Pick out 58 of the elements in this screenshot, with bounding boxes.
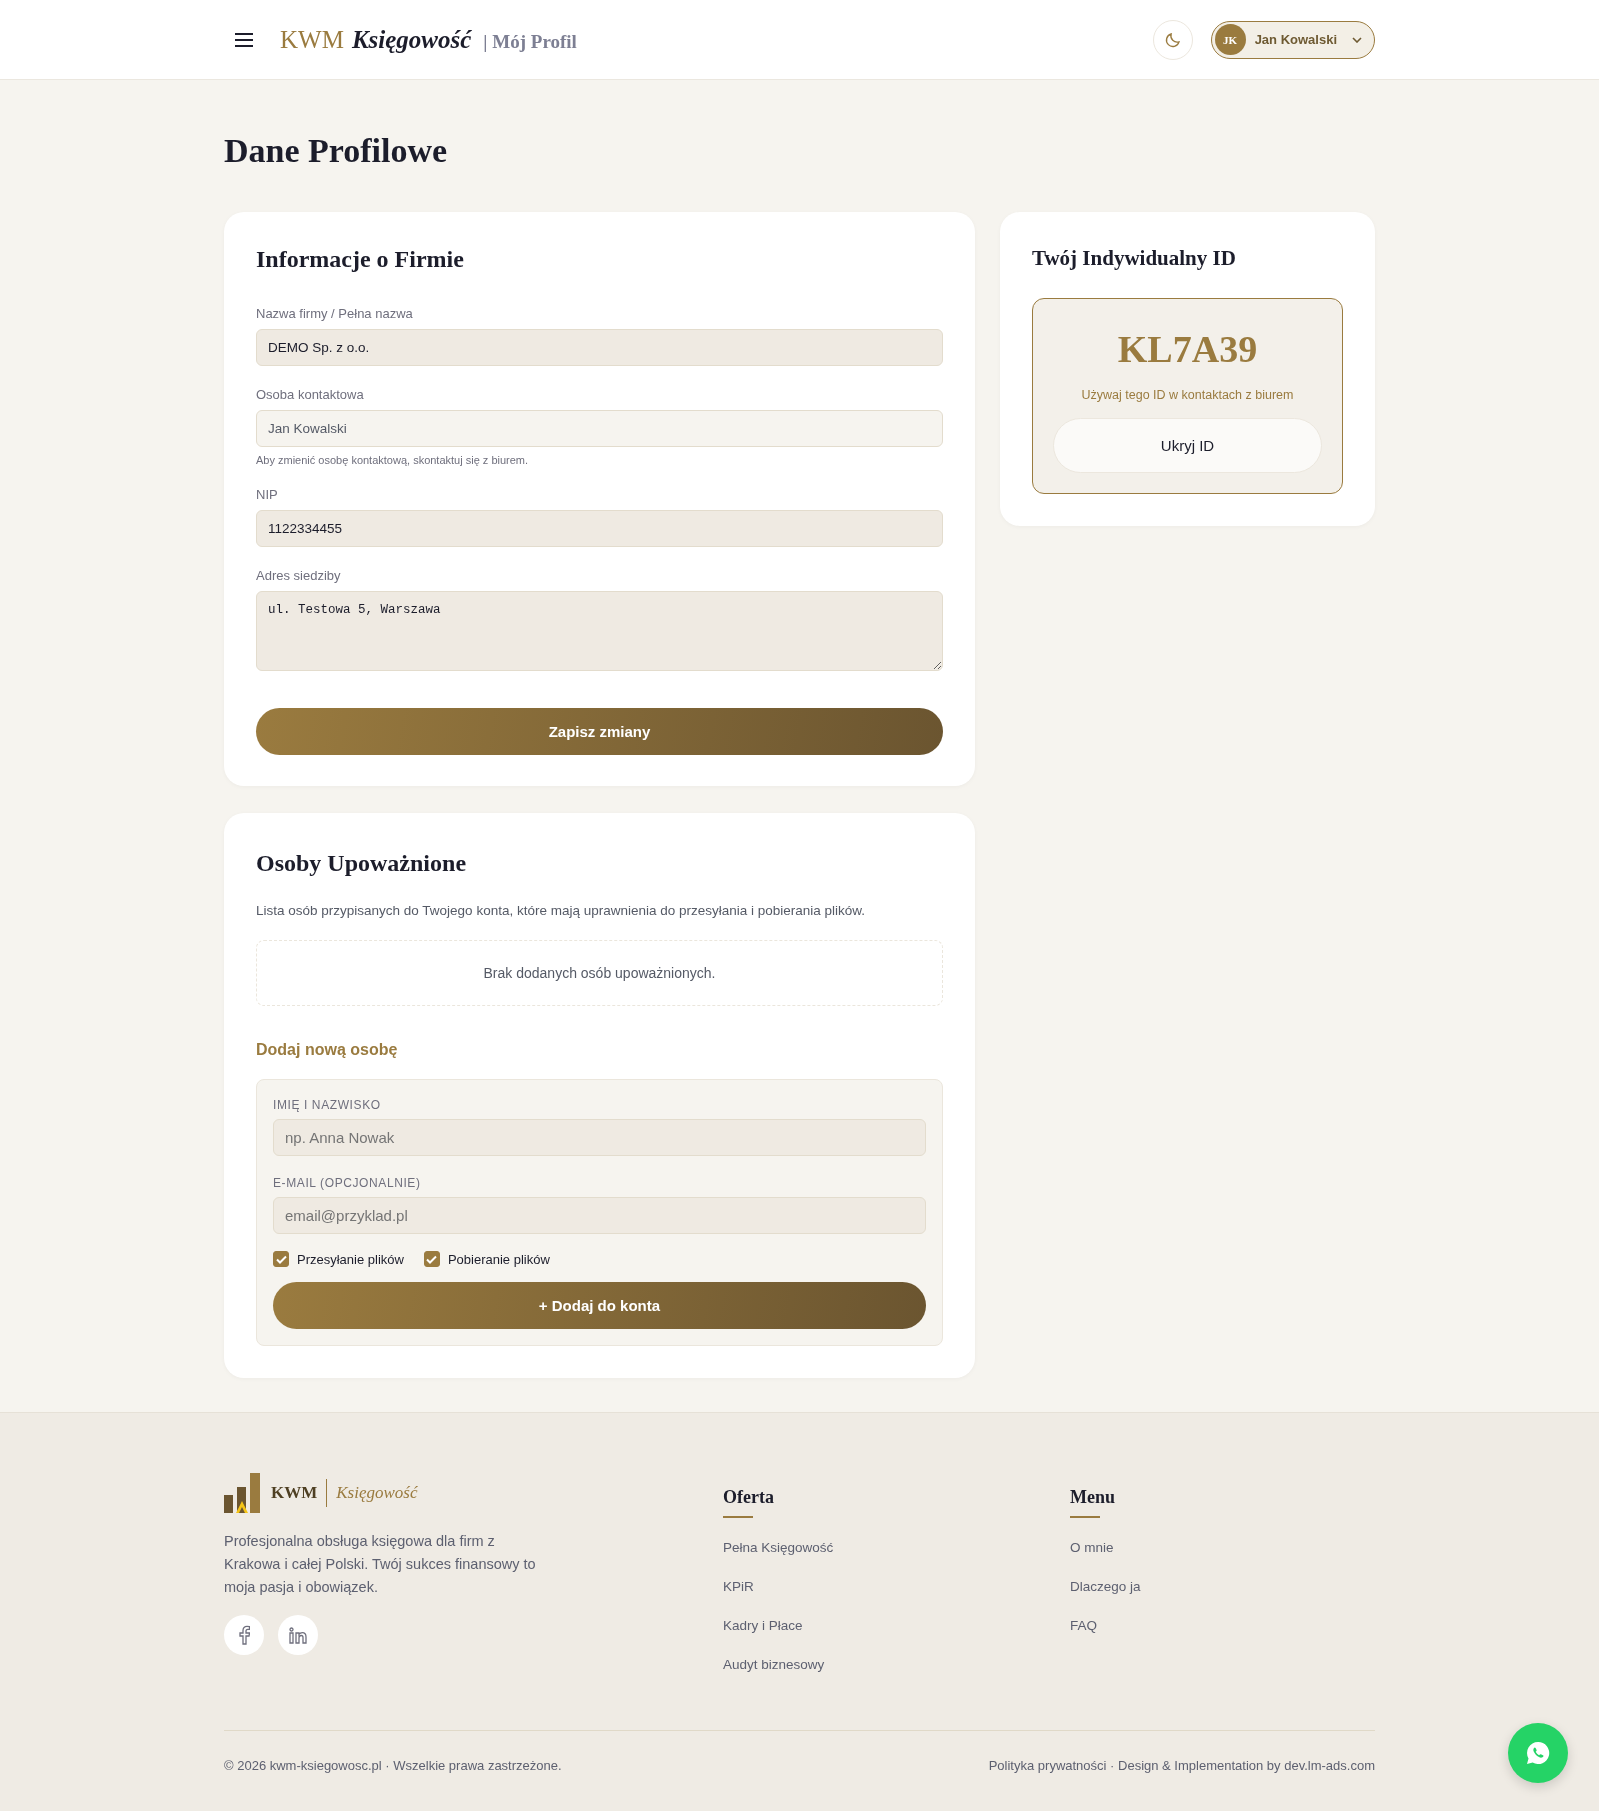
- page-title: Dane Profilowe: [224, 132, 449, 170]
- section-title: Dodaj nową osobę: [256, 1041, 399, 1059]
- input-field[interactable]: email@przyklad.pl: [273, 1197, 926, 1234]
- brand-name[interactable]: Księgowość: [351, 25, 472, 54]
- field-hint: Aby zmienić osobę kontaktową, skontaktuj się z biurem.: [256, 454, 530, 466]
- checkbox-label: Pobieranie plików: [447, 1251, 550, 1267]
- card-title: Informacje o Firmie: [256, 246, 465, 273]
- card-title: Twój Indywidualny ID: [1032, 246, 1237, 271]
- chevron-down-icon: [1352, 36, 1362, 43]
- footer-link[interactable]: Audyt biznesowy: [723, 1657, 825, 1672]
- input-field[interactable]: 1122334455: [256, 510, 943, 547]
- moon-icon: [1163, 30, 1182, 49]
- empty-state: Brak dodanych osób upoważnionych.: [256, 940, 943, 1006]
- id-value: KL7A39: [1116, 327, 1259, 371]
- linkedin-icon: [289, 1626, 307, 1644]
- social-button[interactable]: [278, 1615, 318, 1655]
- input-field[interactable]: DEMO Sp. z o.o.: [256, 329, 943, 366]
- user-avatar: JK: [1214, 24, 1246, 55]
- checkbox[interactable]: [273, 1251, 289, 1267]
- hide-id-button[interactable]: Ukryj ID: [1053, 418, 1322, 473]
- footer-link[interactable]: Dlaczego ja: [1070, 1579, 1141, 1594]
- copyright-text: © 2026 kwm-ksiegowosc.pl · Wszelkie prawa zastrzeżone.: [224, 1758, 562, 1773]
- save-button[interactable]: Zapisz zmiany: [256, 708, 943, 755]
- social-button[interactable]: [224, 1615, 264, 1655]
- field-label: E-MAIL (OPCJONALNIE): [273, 1176, 422, 1190]
- menu-icon[interactable]: [234, 31, 254, 48]
- chat-button[interactable]: [1508, 1723, 1568, 1783]
- footer-heading: Oferta: [723, 1487, 774, 1508]
- add-button[interactable]: + Dodaj do konta: [273, 1282, 926, 1329]
- footer-description: Profesjonalna obsługa księgowa dla firm z Krakowa i całej Polski. Twój sukces finansowy to moja pasja i obowiązek.: [224, 1532, 537, 1597]
- brand-name: KWM: [271, 1483, 318, 1503]
- credits-text: Polityka prywatności · Design & Implementation by dev.lm-ads.com: [988, 1758, 1375, 1773]
- user-name: Jan Kowalski: [1254, 32, 1337, 47]
- field-label: Adres siedziby: [256, 568, 342, 583]
- address-field[interactable]: ul. Testowa 5, Warszawa: [256, 591, 943, 671]
- footer-link[interactable]: Kadry i Płace: [723, 1618, 803, 1633]
- field-label: NIP: [256, 487, 279, 502]
- brand-name: Księgowość: [326, 1479, 418, 1507]
- footer-link[interactable]: Pełna Księgowość: [723, 1540, 834, 1555]
- facebook-icon: [238, 1625, 250, 1645]
- field-label: Osoba kontaktowa: [256, 387, 365, 402]
- field-label: Nazwa firmy / Pełna nazwa: [256, 306, 414, 321]
- checkbox[interactable]: [423, 1251, 440, 1267]
- user-menu-button[interactable]: JK Jan Kowalski: [1210, 20, 1375, 59]
- input-field[interactable]: np. Anna Nowak: [273, 1119, 926, 1156]
- phone-bubble-icon: [1525, 1740, 1551, 1766]
- footer-heading: Menu: [1070, 1487, 1115, 1508]
- id-hint: Używaj tego ID w kontaktach z biurem: [1080, 388, 1295, 402]
- brand-name[interactable]: KWM: [280, 25, 344, 54]
- footer-link[interactable]: FAQ: [1070, 1618, 1097, 1633]
- footer-link[interactable]: O mnie: [1070, 1540, 1114, 1555]
- field-label: IMIĘ I NAZWISKO: [273, 1098, 382, 1112]
- card-description: Lista osób przypisanych do Twojego konta, które mają uprawnienia do przesyłania i pobierania plików.: [256, 903, 867, 918]
- card-title: Osoby Upoważnione: [256, 850, 468, 877]
- checkbox-label: Przesyłanie plików: [297, 1251, 404, 1267]
- logo-icon: [224, 1473, 262, 1513]
- page-label: | Mój Profil: [483, 30, 577, 53]
- footer-link[interactable]: KPiR: [723, 1579, 754, 1594]
